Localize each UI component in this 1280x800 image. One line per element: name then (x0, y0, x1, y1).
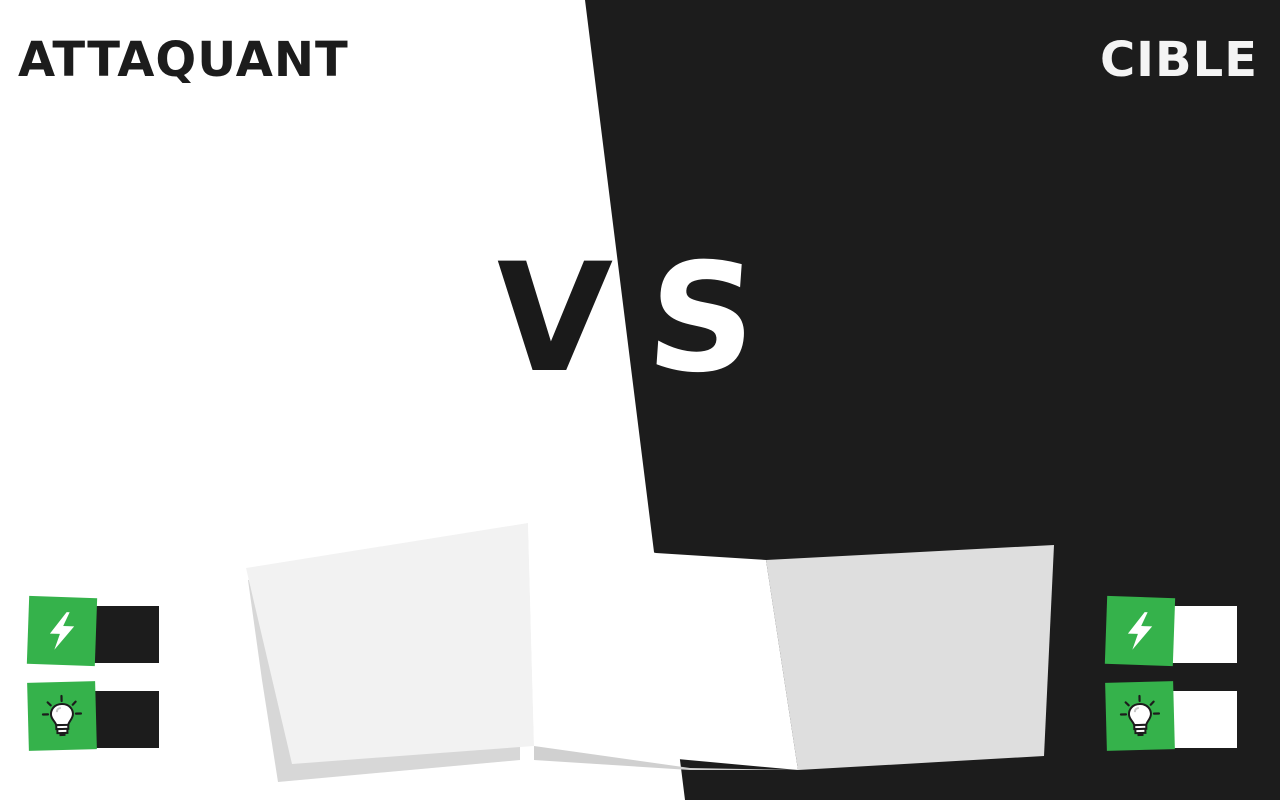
attacker-idea-stat (27, 681, 162, 752)
versus-letter-v: V (489, 232, 615, 406)
target-idea-badge (1105, 681, 1175, 751)
attacker-power-badge (26, 595, 98, 667)
lightbulb-icon (41, 694, 83, 737)
target-idea-bar (1170, 691, 1237, 748)
target-power-bar (1170, 606, 1237, 663)
attacker-title: ATTAQUANT (18, 32, 349, 88)
lightning-icon (1127, 612, 1153, 650)
attacker-power-bar (92, 606, 159, 663)
versus-letter-s: S (641, 232, 763, 406)
attacker-card (246, 523, 534, 764)
versus-screen: ATTAQUANT CIBLE V S (0, 0, 1280, 800)
lightning-icon (49, 612, 75, 650)
attacker-idea-badge (27, 681, 97, 751)
lightbulb-icon (1119, 694, 1161, 737)
target-title: CIBLE (1099, 32, 1258, 88)
attacker-power-stat (26, 595, 162, 667)
attacker-idea-bar (92, 691, 159, 748)
target-power-stat (1104, 595, 1240, 667)
target-card (766, 545, 1054, 770)
target-idea-stat (1105, 681, 1240, 752)
split-background (246, 0, 1280, 800)
target-power-badge (1104, 595, 1176, 667)
center-card (528, 523, 798, 770)
